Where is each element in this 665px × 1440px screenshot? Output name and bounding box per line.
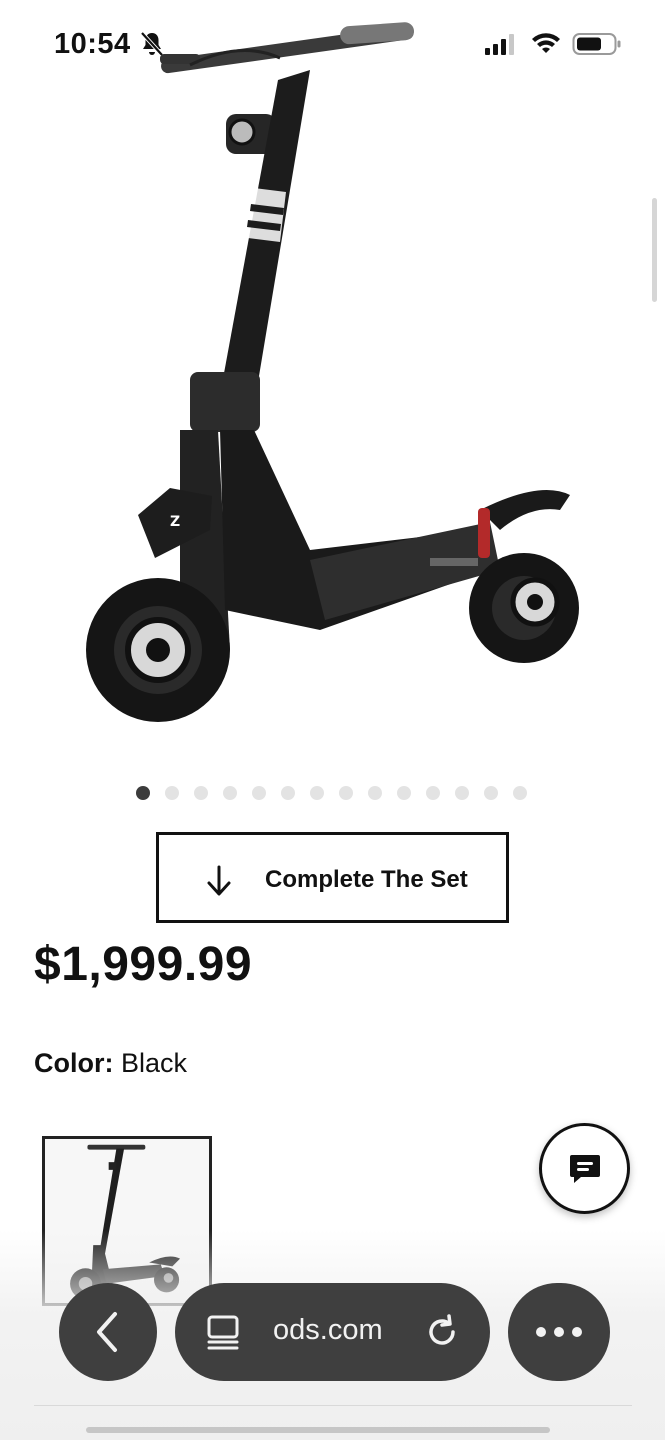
- svg-text:Z: Z: [170, 514, 180, 530]
- carousel-dot[interactable]: [368, 786, 382, 800]
- bell-muted-icon: [140, 31, 164, 57]
- product-price: $1,999.99: [34, 938, 253, 991]
- reload-icon[interactable]: [423, 1313, 461, 1351]
- carousel-dot[interactable]: [513, 786, 527, 800]
- carousel-dot[interactable]: [281, 786, 295, 800]
- battery-icon: [572, 33, 621, 55]
- status-time: 10:54: [54, 28, 131, 60]
- home-indicator[interactable]: [86, 1427, 550, 1433]
- carousel-dot[interactable]: [397, 786, 411, 800]
- color-label: Color:: [34, 1048, 114, 1078]
- carousel-dot[interactable]: [455, 786, 469, 800]
- color-value: Black: [121, 1048, 188, 1078]
- page-scrollbar[interactable]: [652, 198, 657, 302]
- arrow-down-icon: [207, 865, 231, 896]
- color-row: Color: Black: [34, 1048, 187, 1079]
- tabs-icon[interactable]: [205, 1314, 241, 1350]
- carousel-dot[interactable]: [310, 786, 324, 800]
- wifi-icon: [532, 33, 560, 53]
- address-bar[interactable]: ods.com: [175, 1283, 490, 1381]
- signal-icon: [485, 34, 514, 55]
- more-icon: [536, 1327, 582, 1337]
- chat-bubble-icon: [569, 1154, 600, 1183]
- url-text[interactable]: ods.com: [273, 1314, 383, 1347]
- carousel-dot[interactable]: [136, 786, 150, 800]
- complete-the-set-button[interactable]: Complete The Set: [156, 832, 509, 923]
- carousel-dot[interactable]: [426, 786, 440, 800]
- carousel-dot[interactable]: [194, 786, 208, 800]
- scooter-product-image[interactable]: Z: [40, 10, 630, 750]
- toolbar-divider: [34, 1405, 632, 1406]
- carousel-dot[interactable]: [252, 786, 266, 800]
- chat-button[interactable]: [539, 1123, 630, 1214]
- status-bar: 10:54: [0, 0, 665, 90]
- carousel-dot[interactable]: [339, 786, 353, 800]
- complete-the-set-label: Complete The Set: [265, 866, 468, 893]
- back-button[interactable]: [59, 1283, 157, 1381]
- carousel-dot[interactable]: [223, 786, 237, 800]
- carousel-dot[interactable]: [484, 786, 498, 800]
- back-chevron-icon: [97, 1312, 117, 1352]
- carousel-dots: [0, 786, 664, 802]
- more-options-button[interactable]: [508, 1283, 610, 1381]
- carousel-dot[interactable]: [165, 786, 179, 800]
